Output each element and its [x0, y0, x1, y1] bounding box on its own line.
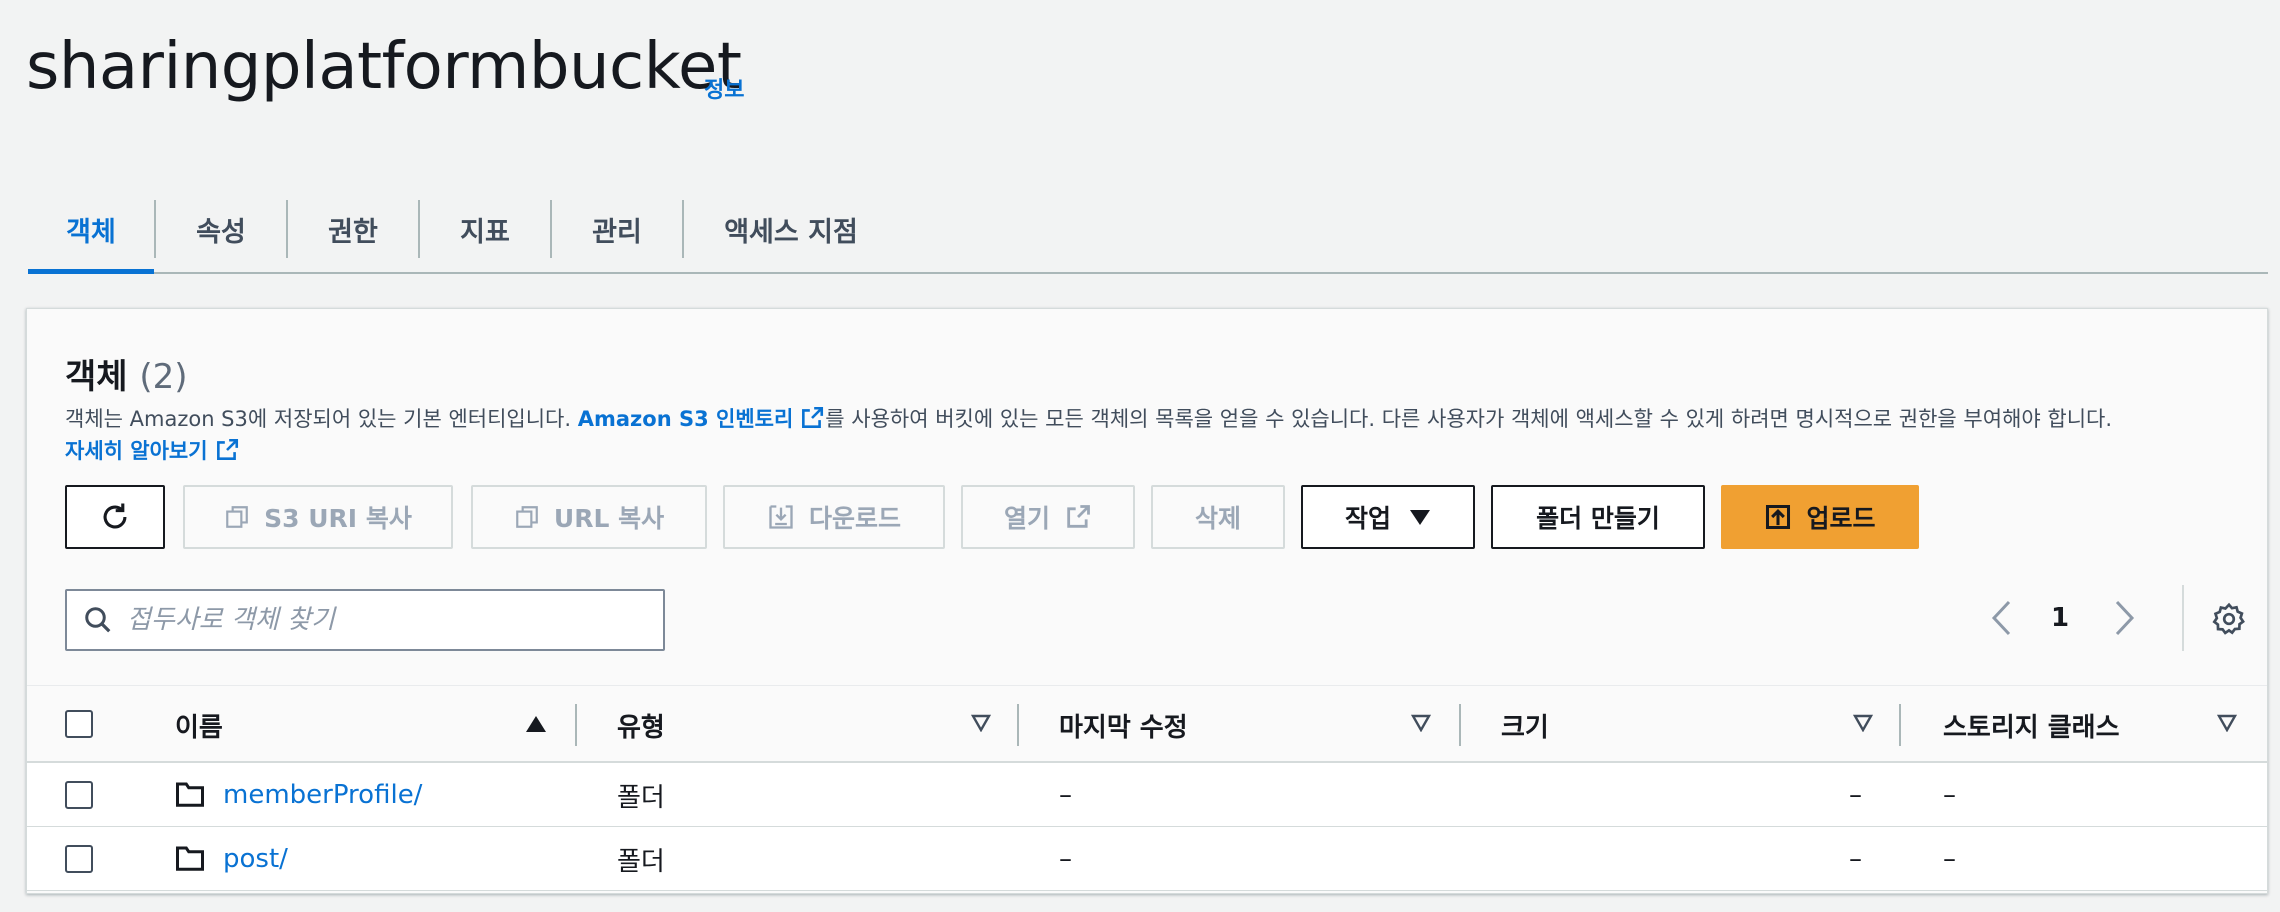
search-input[interactable] — [127, 605, 647, 635]
object-type: 폴더 — [617, 846, 665, 877]
inventory-link[interactable]: Amazon S3 인벤토리 — [577, 406, 826, 431]
column-divider — [1899, 704, 1901, 746]
objects-count: (2) — [139, 357, 188, 397]
folder-icon — [176, 846, 204, 871]
upload-icon — [1766, 504, 1791, 530]
actions-label: 작업 — [1344, 504, 1391, 533]
table-header: 이름 유형 마지막 수정 크기 스토리지 클래스 — [27, 685, 2267, 763]
object-size: – — [1849, 844, 1862, 874]
page-title: sharingplatformbucket — [26, 30, 742, 104]
current-page-number[interactable]: 1 — [2051, 603, 2069, 633]
search-icon — [85, 607, 111, 633]
learn-more-link[interactable]: 자세히 알아보기 — [65, 438, 240, 463]
actions-dropdown[interactable]: 작업 — [1301, 485, 1475, 549]
open-button[interactable]: 열기 — [961, 485, 1135, 549]
column-header-name[interactable]: 이름 — [175, 686, 223, 764]
inventory-link-label: Amazon S3 인벤토리 — [577, 407, 794, 431]
upload-label: 업로드 — [1806, 504, 1876, 533]
table-row: memberProfile/ 폴더 – – – — [27, 763, 2267, 827]
column-divider — [1017, 704, 1019, 746]
object-storage-class: – — [1943, 844, 1956, 874]
sort-icon[interactable] — [1411, 714, 1431, 732]
tab-bar: 객체 속성 권한 지표 관리 액세스 지점 — [28, 186, 2268, 274]
refresh-button[interactable] — [65, 485, 165, 549]
tab-metrics[interactable]: 지표 — [420, 186, 550, 272]
copy-url-button[interactable]: URL 복사 — [471, 485, 707, 549]
column-header-storage-class[interactable]: 스토리지 클래스 — [1943, 686, 2120, 764]
external-link-icon — [1067, 505, 1090, 528]
search-box — [65, 589, 665, 651]
tab-permissions[interactable]: 권한 — [288, 186, 418, 272]
description-text: 를 사용하여 버킷에 있는 모든 객체의 목록을 얻을 수 있습니다. 다른 사… — [825, 407, 2113, 431]
column-header-type[interactable]: 유형 — [617, 686, 665, 764]
column-header-size[interactable]: 크기 — [1501, 686, 1549, 764]
copy-icon — [226, 506, 248, 528]
row-checkbox[interactable] — [65, 845, 93, 873]
sort-icon[interactable] — [2217, 714, 2237, 732]
delete-label: 삭제 — [1194, 504, 1241, 533]
open-label: 열기 — [1003, 504, 1050, 533]
table-row: post/ 폴더 – – – — [27, 827, 2267, 891]
object-type: 폴더 — [617, 782, 665, 813]
chevron-left-icon[interactable] — [1989, 599, 2013, 637]
sort-icon[interactable] — [1853, 714, 1873, 732]
object-size: – — [1849, 780, 1862, 810]
external-link-icon — [216, 438, 238, 460]
select-all-checkbox[interactable] — [65, 710, 93, 738]
external-link-icon — [802, 406, 824, 428]
column-header-last-modified[interactable]: 마지막 수정 — [1059, 686, 1188, 764]
description-text: 객체는 Amazon S3에 저장되어 있는 기본 엔터티입니다. — [65, 407, 578, 431]
download-button[interactable]: 다운로드 — [723, 485, 945, 549]
pager-divider — [2182, 585, 2184, 651]
download-label: 다운로드 — [808, 504, 901, 533]
refresh-icon — [103, 503, 127, 529]
object-name-link[interactable]: post/ — [223, 827, 288, 891]
column-divider — [1459, 704, 1461, 746]
delete-button[interactable]: 삭제 — [1151, 485, 1285, 549]
objects-panel: 객체 (2) 객체는 Amazon S3에 저장되어 있는 기본 엔터티입니다.… — [26, 308, 2268, 894]
gear-icon[interactable] — [2211, 601, 2247, 637]
object-storage-class: – — [1943, 780, 1956, 810]
info-link[interactable]: 정보 — [704, 72, 744, 104]
object-name-link[interactable]: memberProfile/ — [223, 763, 422, 827]
tab-properties[interactable]: 속성 — [156, 186, 286, 272]
tab-objects[interactable]: 객체 — [28, 186, 154, 274]
object-last-modified: – — [1059, 780, 1072, 810]
upload-button[interactable]: 업로드 — [1721, 485, 1919, 549]
download-icon — [769, 505, 793, 529]
object-last-modified: – — [1059, 844, 1072, 874]
copy-s3-uri-label: S3 URI 복사 — [264, 504, 412, 533]
create-folder-button[interactable]: 폴더 만들기 — [1491, 485, 1705, 549]
tab-access-points[interactable]: 액세스 지점 — [684, 186, 898, 272]
objects-title: 객체 — [65, 357, 128, 397]
column-divider — [575, 704, 577, 746]
folder-icon — [176, 782, 204, 807]
chevron-right-icon[interactable] — [2113, 599, 2137, 637]
objects-description: 객체는 Amazon S3에 저장되어 있는 기본 엔터티입니다. Amazon… — [65, 403, 2245, 467]
caret-down-icon — [1410, 510, 1430, 525]
learn-more-label: 자세히 알아보기 — [65, 439, 208, 463]
objects-table: 이름 유형 마지막 수정 크기 스토리지 클래스 memberProfile/ … — [27, 685, 2267, 891]
sort-ascending-icon[interactable] — [525, 714, 547, 734]
sort-icon[interactable] — [971, 714, 991, 732]
tab-management[interactable]: 관리 — [552, 186, 682, 272]
copy-icon — [516, 506, 538, 528]
copy-url-label: URL 복사 — [553, 504, 665, 533]
row-checkbox[interactable] — [65, 781, 93, 809]
objects-heading: 객체 (2) — [65, 349, 188, 398]
create-folder-label: 폴더 만들기 — [1536, 504, 1660, 533]
copy-s3-uri-button[interactable]: S3 URI 복사 — [183, 485, 453, 549]
